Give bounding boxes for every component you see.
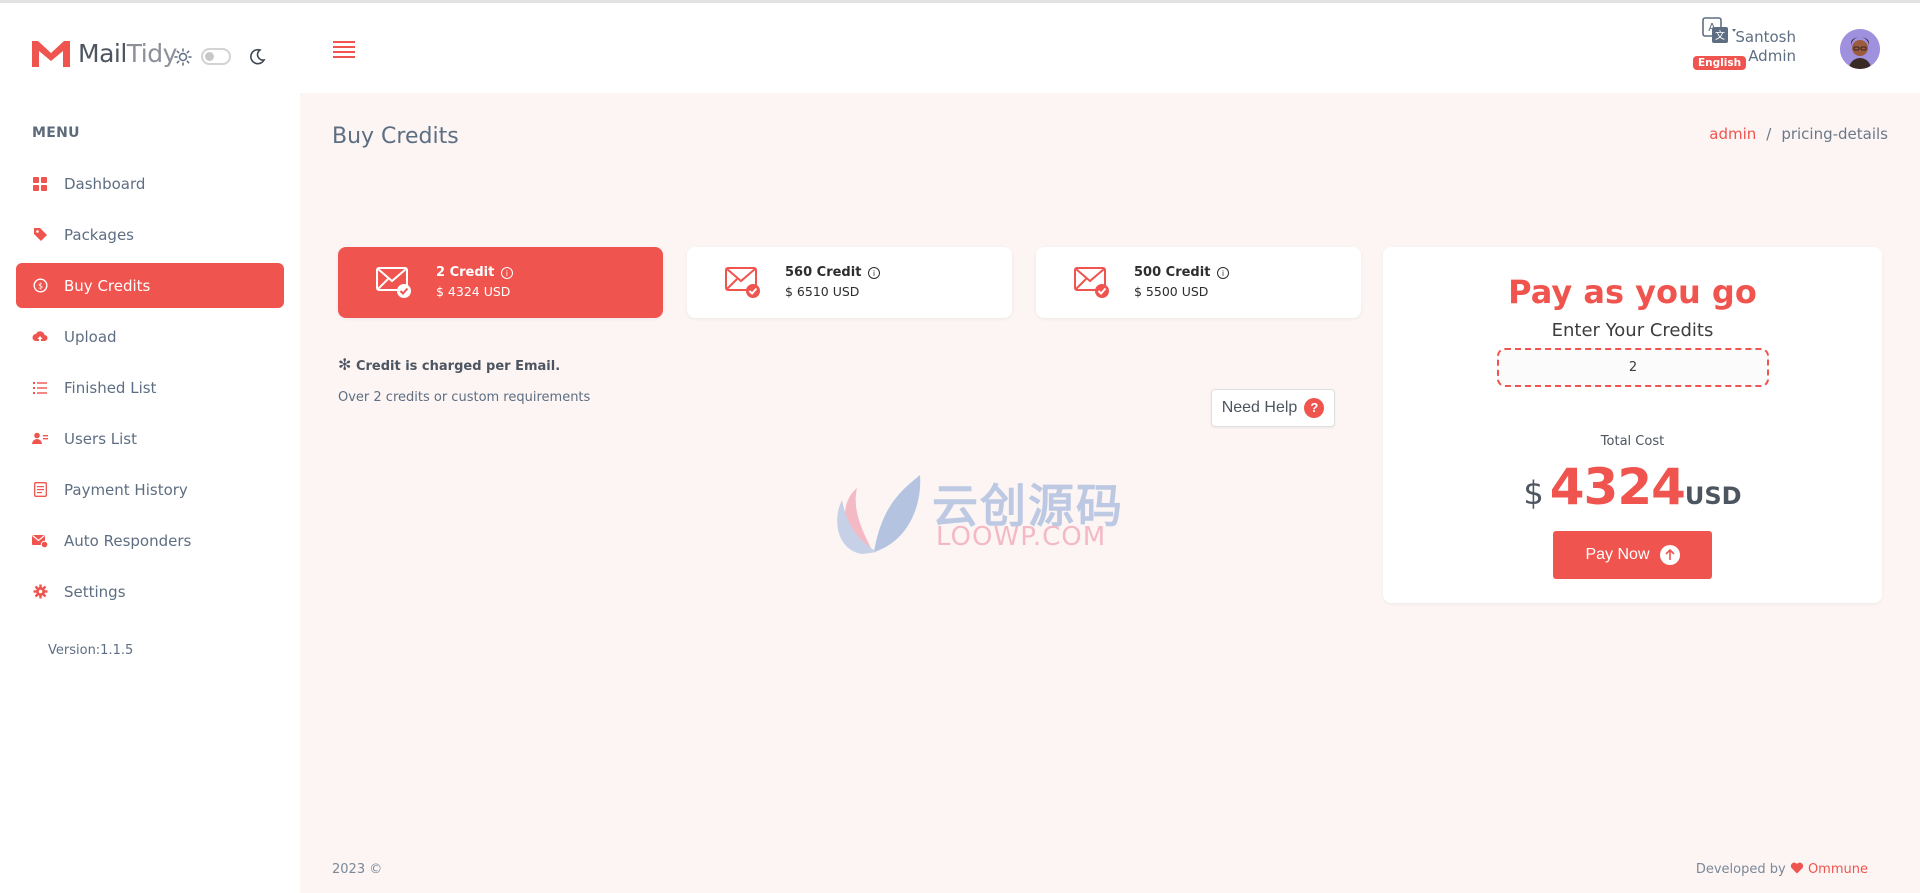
- watermark-en: LOOWP.COM: [936, 522, 1107, 552]
- watermark-logo-icon: [837, 475, 921, 554]
- sidebar-item-buy-credits[interactable]: $ Buy Credits: [16, 263, 284, 308]
- sidebar-item-label: Finished List: [64, 378, 157, 397]
- currency-code: USD: [1684, 482, 1742, 510]
- total-cost-label: Total Cost: [1600, 434, 1665, 449]
- main-content: Buy Credits admin / pricing-details 2 Cred…: [300, 93, 1920, 893]
- logo-text: MailTidy: [78, 38, 177, 68]
- pay-title: Pay as you go: [1508, 273, 1757, 311]
- breadcrumb-current: pricing-details: [1781, 125, 1888, 143]
- package-card[interactable]: 560 Credit i $ 6510 USD: [687, 247, 1012, 318]
- page-title: Buy Credits: [332, 124, 459, 149]
- developed-by-text: Developed by: [1695, 862, 1786, 877]
- sidebar-item-users-list[interactable]: Users List: [16, 416, 284, 461]
- receipt-icon: [32, 482, 48, 498]
- user-info[interactable]: Santosh Admin: [1735, 28, 1796, 66]
- heart-icon: [1790, 862, 1803, 874]
- email-check-icon: [376, 265, 412, 301]
- breadcrumb: admin / pricing-details: [1709, 125, 1888, 143]
- footer-copyright: 2023 ©: [332, 862, 383, 877]
- package-card[interactable]: 500 Credit i $ 5500 USD: [1036, 247, 1361, 318]
- sidebar-item-settings[interactable]: Settings: [16, 569, 284, 614]
- sidebar-item-dashboard[interactable]: Dashboard: [16, 161, 284, 206]
- package-title: 500 Credit: [1134, 265, 1211, 280]
- avatar[interactable]: [1840, 29, 1880, 69]
- sidebar-item-label: Users List: [64, 429, 137, 448]
- email-check-icon: [725, 265, 761, 301]
- list-icon: [32, 380, 48, 396]
- svg-text:$: $: [37, 282, 42, 291]
- sidebar-item-auto-responders[interactable]: Auto Responders: [16, 518, 284, 563]
- user-role: Admin: [1748, 47, 1796, 65]
- custom-requirements-text: Over 2 credits or custom requirements: [338, 390, 591, 405]
- company-link[interactable]: Ommune: [1808, 862, 1868, 877]
- translate-icon: A 文: [1702, 17, 1736, 43]
- asterisk-icon: ✻: [338, 355, 352, 374]
- sidebar-item-upload[interactable]: Upload: [16, 314, 284, 359]
- charge-note-text: Credit is charged per Email.: [355, 359, 561, 374]
- sun-icon[interactable]: [174, 48, 192, 66]
- moon-icon[interactable]: [248, 48, 266, 66]
- watermark: 云创源码 LOOWP.COM: [832, 470, 1132, 560]
- grid-icon: [32, 176, 48, 192]
- need-help-button[interactable]: Need Help ?: [1211, 389, 1335, 427]
- cloud-upload-icon: [32, 329, 48, 345]
- footer-credit: Developed by Ommune: [1696, 862, 1868, 877]
- total-cost: $ 4324 USD: [1383, 458, 1882, 516]
- info-icon[interactable]: i: [1216, 266, 1229, 279]
- sidebar-item-finished-list[interactable]: Finished List: [16, 365, 284, 410]
- email-check-icon: [1074, 265, 1110, 301]
- avatar-image: [1840, 29, 1880, 69]
- sidebar-item-label: Packages: [64, 225, 134, 244]
- svg-text:文: 文: [1715, 29, 1725, 42]
- coin-icon: $: [32, 278, 48, 294]
- toggle-knob: [205, 52, 214, 61]
- user-name: Santosh: [1735, 28, 1796, 46]
- mail-reply-icon: [32, 533, 48, 549]
- sidebar-nav: Dashboard Packages $ Buy Credits Upload …: [16, 161, 284, 620]
- logo[interactable]: MailTidy: [30, 37, 177, 69]
- sidebar-item-payment-history[interactable]: Payment History: [16, 467, 284, 512]
- gear-icon: [32, 584, 48, 600]
- pay-as-you-go-card: Pay as you go Enter Your Credits Total C…: [1383, 247, 1882, 603]
- sidebar-item-packages[interactable]: Packages: [16, 212, 284, 257]
- pay-now-button[interactable]: Pay Now: [1553, 531, 1712, 579]
- charge-note: ✻ Credit is charged per Email.: [338, 355, 560, 374]
- sidebar-item-label: Dashboard: [64, 174, 146, 193]
- package-title: 560 Credit: [785, 265, 862, 280]
- breadcrumb-admin[interactable]: admin: [1709, 125, 1756, 143]
- enter-credits-label: Enter Your Credits: [1551, 320, 1714, 341]
- package-cards: 2 Credit i $ 4324 USD 560 Credit i $ 651…: [338, 247, 1385, 318]
- menu-title: MENU: [32, 125, 80, 141]
- sidebar-item-label: Buy Credits: [64, 276, 151, 295]
- mail-logo-icon: [32, 41, 70, 67]
- arrow-up-icon: [1659, 545, 1680, 565]
- package-price: $ 6510 USD: [785, 284, 860, 299]
- package-title: 2 Credit: [436, 265, 495, 280]
- currency-symbol: $: [1523, 474, 1544, 512]
- tag-icon: [32, 227, 48, 243]
- package-price: $ 4324 USD: [436, 284, 511, 299]
- sidebar-item-label: Settings: [64, 582, 126, 601]
- sidebar: MailTidy MENU Dashboard Packages $ Buy C…: [0, 3, 300, 893]
- package-card[interactable]: 2 Credit i $ 4324 USD: [338, 247, 663, 318]
- pay-now-label: Pay Now: [1585, 546, 1650, 563]
- hamburger-menu-icon[interactable]: [333, 41, 355, 59]
- package-price: $ 5500 USD: [1134, 284, 1209, 299]
- users-icon: [32, 431, 48, 447]
- top-header: A 文 English Santosh Admin: [300, 3, 1920, 93]
- info-icon[interactable]: i: [500, 266, 513, 279]
- version-text: Version:1.1.5: [48, 643, 134, 658]
- theme-toggle[interactable]: [201, 48, 231, 65]
- sidebar-item-label: Auto Responders: [64, 531, 192, 550]
- sidebar-item-label: Upload: [64, 327, 117, 346]
- sidebar-item-label: Payment History: [64, 480, 188, 499]
- question-icon: ?: [1304, 398, 1325, 418]
- need-help-label: Need Help: [1221, 399, 1298, 416]
- credits-input[interactable]: [1497, 348, 1769, 387]
- info-icon[interactable]: i: [867, 266, 880, 279]
- total-amount: 4324: [1549, 458, 1686, 516]
